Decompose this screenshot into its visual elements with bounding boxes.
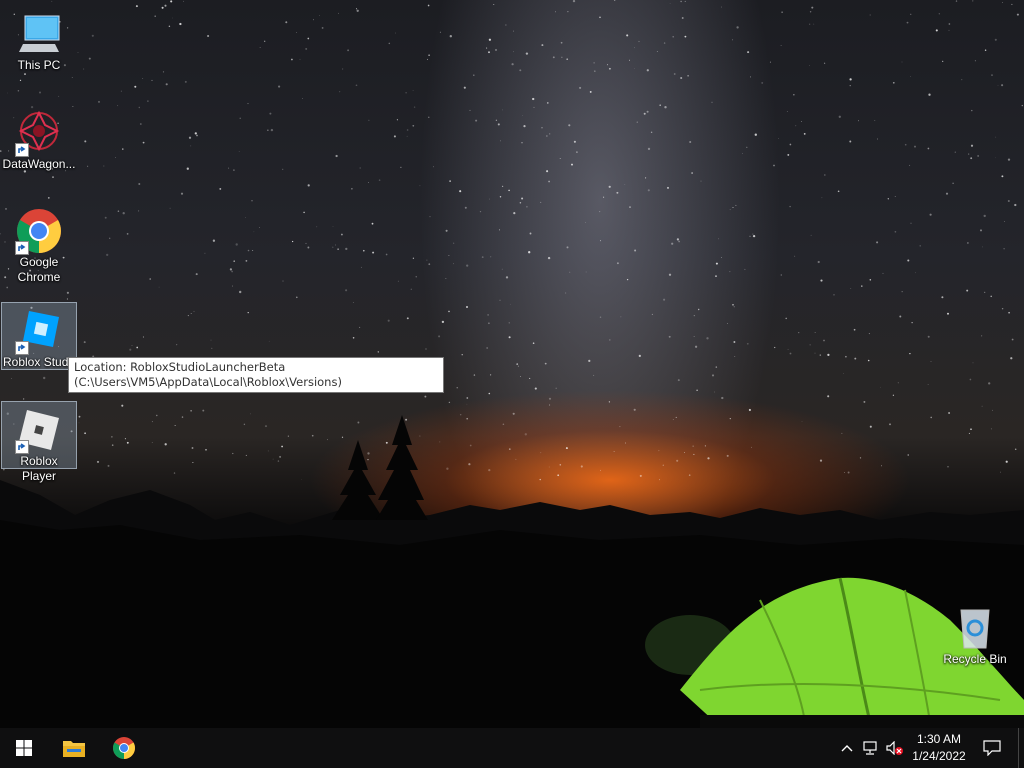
chrome-taskbar-button[interactable] (100, 728, 148, 768)
shortcut-arrow-icon (15, 241, 29, 255)
show-hidden-icons-button[interactable] (836, 728, 858, 768)
location-tooltip: Location: RobloxStudioLauncherBeta (C:\U… (68, 357, 444, 393)
datawagon-shortcut[interactable]: DataWagon... (1, 105, 77, 172)
show-desktop-button[interactable] (1018, 728, 1024, 768)
taskbar-clock[interactable]: 1:30 AM 1/24/2022 (898, 731, 980, 765)
roblox-player-shortcut[interactable]: Roblox Player (1, 401, 77, 483)
start-button[interactable] (0, 728, 48, 768)
windows-start-icon (16, 740, 32, 756)
shortcut-arrow-icon (15, 143, 29, 157)
roblox-studio-icon (15, 307, 63, 355)
chrome-icon (15, 207, 63, 255)
roblox-studio-shortcut[interactable]: Roblox Stud (1, 302, 77, 370)
desktop-icon-label: Roblox Player (20, 454, 58, 483)
desktop-icon-label: DataWagon... (2, 157, 76, 171)
roblox-player-icon (15, 406, 63, 454)
google-chrome-shortcut[interactable]: Google Chrome (1, 203, 77, 285)
clock-time: 1:30 AM (916, 732, 962, 746)
clock-date: 1/24/2022 (912, 749, 966, 763)
desktop-icon-label: Roblox Stud (3, 355, 69, 369)
datawagon-icon (15, 109, 63, 157)
desktop-icon-label: This PC (17, 58, 61, 72)
desktop-icon-label: Recycle Bin (943, 652, 1007, 666)
notification-icon (983, 740, 1001, 756)
file-explorer-taskbar-button[interactable] (50, 728, 98, 768)
file-explorer-icon (63, 741, 85, 757)
chrome-icon (113, 737, 135, 759)
network-button[interactable] (860, 728, 882, 768)
action-center-button[interactable] (980, 728, 1004, 768)
shortcut-arrow-icon (15, 341, 29, 355)
network-icon (863, 741, 877, 755)
this-pc-shortcut[interactable]: This PC (1, 6, 77, 73)
this-pc-icon (15, 10, 63, 58)
shortcut-arrow-icon (15, 440, 29, 454)
desktop[interactable]: This PC DataWagon... Google Chrome Roblo… (0, 0, 1024, 728)
desktop-icon-label: Google Chrome (17, 255, 61, 284)
recycle-bin-shortcut[interactable]: Recycle Bin (937, 600, 1013, 667)
chevron-up-icon (841, 745, 853, 752)
taskbar: 1:30 AM 1/24/2022 (0, 728, 1024, 768)
recycle-bin-icon (951, 604, 999, 652)
